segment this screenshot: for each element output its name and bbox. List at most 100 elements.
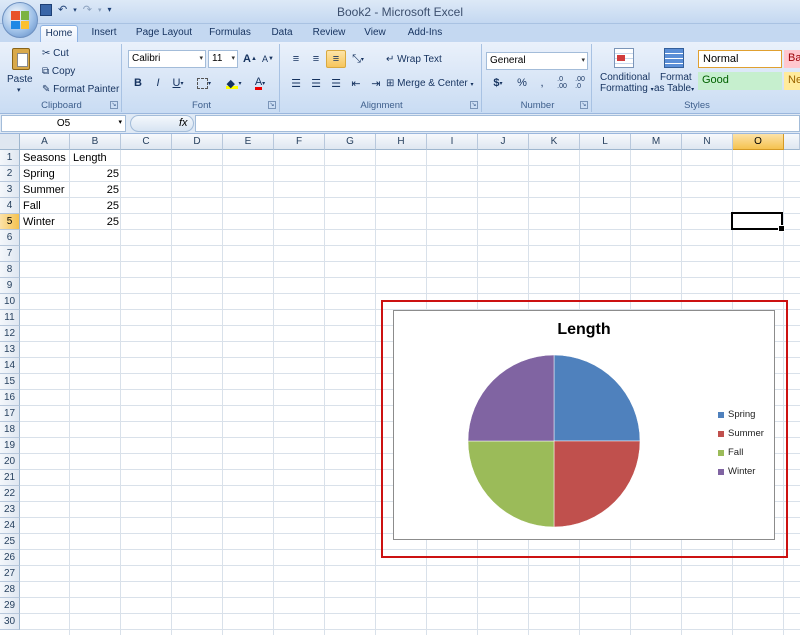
row-header-1[interactable]: 1 [0,150,20,166]
italic-button[interactable]: I [148,74,168,92]
font-name-combo[interactable]: Calibri ▾ [128,50,206,68]
format-painter-button[interactable]: ✎ Format Painter [42,84,119,95]
row-header-27[interactable]: 27 [0,566,20,582]
pie-slice-summer[interactable] [553,440,641,528]
column-header-c[interactable]: C [121,134,172,150]
row-header-4[interactable]: 4 [0,198,20,214]
office-button[interactable] [2,2,38,38]
tab-data[interactable]: Data [265,25,299,42]
merge-center-button[interactable]: ⊞ Merge & Center ▾ [386,78,474,89]
active-cell-o5[interactable] [731,212,785,232]
comma-button[interactable]: , [532,74,552,92]
column-header-b[interactable]: B [70,134,121,150]
column-header-g[interactable]: G [325,134,376,150]
row-header-29[interactable]: 29 [0,598,20,614]
column-header-n[interactable]: N [682,134,733,150]
cell-a2[interactable]: Spring [21,167,70,183]
row-header-2[interactable]: 2 [0,166,20,182]
row-header-17[interactable]: 17 [0,406,20,422]
copy-button[interactable]: ⧉ Copy [42,66,75,77]
number-launcher-icon[interactable]: ↘ [580,101,588,109]
paste-button[interactable]: Paste ▾ [6,46,36,98]
percent-button[interactable]: % [512,74,532,92]
row-header-15[interactable]: 15 [0,374,20,390]
row-header-20[interactable]: 20 [0,454,20,470]
row-header-3[interactable]: 3 [0,182,20,198]
column-header-d[interactable]: D [172,134,223,150]
row-header-26[interactable]: 26 [0,550,20,566]
align-left-button[interactable]: ☰ [286,74,306,92]
row-header-12[interactable]: 12 [0,326,20,342]
tab-formulas[interactable]: Formulas [205,25,255,42]
name-box[interactable]: O5 ▾ [1,115,126,132]
decrease-indent-button[interactable]: ⇤ [346,74,366,92]
cut-button[interactable]: ✂ Cut [42,48,69,59]
cell-a1[interactable]: Seasons [21,151,70,167]
row-header-22[interactable]: 22 [0,486,20,502]
cell-b3[interactable]: 25 [71,183,121,199]
align-center-button[interactable]: ☰ [306,74,326,92]
row-header-21[interactable]: 21 [0,470,20,486]
increase-decimal-button[interactable]: .0.00 [552,74,572,92]
column-header-f[interactable]: F [274,134,325,150]
number-format-combo[interactable]: General ▾ [486,52,588,70]
currency-button[interactable]: $ ▾ [486,74,510,92]
column-header-a[interactable]: A [20,134,70,150]
align-bottom-button[interactable]: ≡ [326,50,346,68]
orientation-button[interactable]: ⤡ ▾ [346,50,370,68]
tab-view[interactable]: View [359,25,391,42]
align-top-button[interactable]: ≡ [286,50,306,68]
wrap-text-button[interactable]: ↵ Wrap Text [386,54,442,65]
tab-insert[interactable]: Insert [84,25,124,42]
row-header-9[interactable]: 9 [0,278,20,294]
row-header-25[interactable]: 25 [0,534,20,550]
column-header-o[interactable]: O [733,134,784,150]
tab-page-layout[interactable]: Page Layout [134,25,194,42]
row-header-10[interactable]: 10 [0,294,20,310]
cell-b4[interactable]: 25 [71,199,121,215]
tab-review[interactable]: Review [308,25,350,42]
column-header-l[interactable]: L [580,134,631,150]
row-header-28[interactable]: 28 [0,582,20,598]
style-normal[interactable]: Normal [698,50,782,68]
tab-home[interactable]: Home [40,25,78,42]
pie-slice-winter[interactable] [467,354,555,442]
row-header-11[interactable]: 11 [0,310,20,326]
font-color-button[interactable]: A ▾ [250,74,270,92]
row-header-24[interactable]: 24 [0,518,20,534]
column-header-j[interactable]: J [478,134,529,150]
conditional-formatting-button[interactable]: Conditional Formatting ▾ [598,46,654,98]
legend-item-fall[interactable]: Fall [718,443,764,462]
increase-indent-button[interactable]: ⇥ [366,74,386,92]
row-header-5[interactable]: 5 [0,214,20,230]
cell-b1[interactable]: Length [71,151,121,167]
column-header-e[interactable]: E [223,134,274,150]
row-header-6[interactable]: 6 [0,230,20,246]
row-header-23[interactable]: 23 [0,502,20,518]
underline-button[interactable]: U ▾ [168,74,188,92]
align-middle-button[interactable]: ≡ [306,50,326,68]
row-header-18[interactable]: 18 [0,422,20,438]
pie-slice-spring[interactable] [553,354,641,442]
fill-color-button[interactable]: ◆ ▾ [224,74,244,92]
legend-item-spring[interactable]: Spring [718,405,764,424]
style-bad[interactable]: Ba [784,50,800,68]
row-header-30[interactable]: 30 [0,614,20,630]
insert-function-button[interactable]: fx [130,115,194,132]
style-neutral[interactable]: Ne [784,72,800,90]
row-header-19[interactable]: 19 [0,438,20,454]
row-header-16[interactable]: 16 [0,390,20,406]
row-header-7[interactable]: 7 [0,246,20,262]
formula-input[interactable] [195,115,800,132]
row-header-13[interactable]: 13 [0,342,20,358]
cell-a3[interactable]: Summer [21,183,70,199]
font-launcher-icon[interactable]: ↘ [268,101,276,109]
bold-button[interactable]: B [128,74,148,92]
row-header-14[interactable]: 14 [0,358,20,374]
align-right-button[interactable]: ☰ [326,74,346,92]
shrink-font-button[interactable]: A ▼ [258,50,278,68]
font-size-combo[interactable]: 11 ▾ [208,50,238,68]
column-header-h[interactable]: H [376,134,427,150]
column-header-i[interactable]: I [427,134,478,150]
borders-button[interactable]: ▾ [194,74,214,92]
